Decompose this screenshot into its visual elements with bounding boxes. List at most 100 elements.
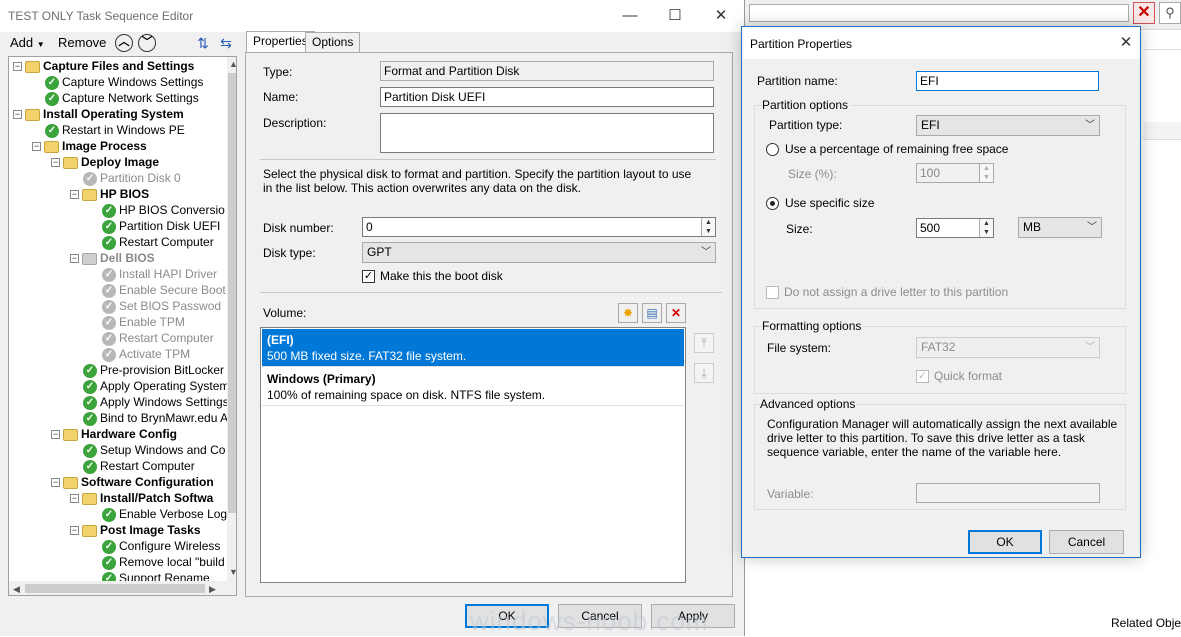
- tree-item[interactable]: − Install Operating System: [13, 106, 184, 122]
- volume-row-efi[interactable]: (EFI) 500 MB fixed size. FAT32 file syst…: [262, 329, 684, 367]
- collapse-icon[interactable]: −: [13, 62, 22, 72]
- tree-item[interactable]: ✓ Setup Windows and Co: [83, 442, 225, 458]
- partition-name-input[interactable]: EFI: [916, 71, 1099, 91]
- collapse-icon[interactable]: −: [51, 478, 60, 488]
- tree-item[interactable]: ✓ Install HAPI Driver: [102, 266, 217, 282]
- name-field[interactable]: Partition Disk UEFI: [380, 87, 714, 107]
- task-sequence-tree[interactable]: − Capture Files and Settings ✓ Capture Wind…: [8, 56, 237, 596]
- tree-horizontal-scrollbar[interactable]: ◀ ▶: [9, 581, 236, 595]
- close-icon[interactable]: ✕: [711, 6, 731, 26]
- tree-hscroll-thumb[interactable]: [25, 584, 205, 593]
- scroll-up-icon[interactable]: ▲: [229, 59, 236, 69]
- tree-item[interactable]: − Dell BIOS: [70, 250, 155, 266]
- disk-type-value: GPT: [367, 245, 392, 259]
- tree-item[interactable]: ✓ Enable TPM: [102, 314, 185, 330]
- move-down-icon[interactable]: ﹀: [138, 34, 156, 52]
- boot-disk-checkbox[interactable]: ✓ Make this the boot disk: [362, 269, 503, 284]
- move-volume-up-icon[interactable]: ⤒: [694, 333, 714, 353]
- tree-item[interactable]: − Install/Patch Softwa: [70, 490, 213, 506]
- tree-item[interactable]: − Image Process: [32, 138, 147, 154]
- collapse-icon[interactable]: −: [32, 142, 41, 152]
- collapse-icon[interactable]: −: [70, 254, 79, 264]
- remove-button[interactable]: Remove: [58, 35, 106, 50]
- volume-properties-icon[interactable]: ▤: [642, 303, 662, 323]
- size-stepper[interactable]: 500 ▲ ▼: [916, 218, 994, 238]
- collapse-tree-icon[interactable]: ⇆: [217, 34, 235, 52]
- collapse-icon[interactable]: −: [70, 190, 79, 200]
- tree-item[interactable]: ✓ Restart Computer: [102, 330, 214, 346]
- tree-item[interactable]: ✓ Configure Wireless: [102, 538, 220, 554]
- new-volume-icon[interactable]: ✸: [618, 303, 638, 323]
- size-unit-value: MB: [1023, 220, 1041, 234]
- radio-icon[interactable]: [766, 197, 779, 211]
- tree-item[interactable]: − Hardware Config: [51, 426, 177, 442]
- tree-item[interactable]: − Capture Files and Settings: [13, 58, 194, 74]
- use-specific-size-radio[interactable]: Use specific size: [766, 196, 874, 211]
- tree-item[interactable]: ✓ Set BIOS Passwod: [102, 298, 221, 314]
- clear-search-icon[interactable]: ✕: [1133, 2, 1155, 24]
- tree-item[interactable]: ✓ Remove local "build: [102, 554, 225, 570]
- use-percentage-radio[interactable]: Use a percentage of remaining free space: [766, 142, 1008, 157]
- scroll-down-icon[interactable]: ▼: [229, 567, 236, 577]
- disk-type-select[interactable]: GPT ﹀: [362, 242, 716, 263]
- collapse-icon[interactable]: −: [70, 494, 79, 504]
- maximize-icon[interactable]: ☐: [665, 6, 685, 26]
- tree-item[interactable]: ✓ Restart Computer: [83, 458, 195, 474]
- tree-scroll-thumb[interactable]: [228, 73, 236, 513]
- delete-volume-icon[interactable]: ✕: [666, 303, 686, 323]
- tree-item[interactable]: ✓ Capture Network Settings: [45, 90, 199, 106]
- tree-item-label: Restart Computer: [100, 459, 195, 473]
- tree-item[interactable]: ✓ HP BIOS Conversio: [102, 202, 225, 218]
- scroll-right-icon[interactable]: ▶: [209, 584, 216, 595]
- background-search-input[interactable]: [749, 4, 1129, 22]
- size-percent-stepper: 100 ▲ ▼: [916, 163, 994, 183]
- spin-arrows-icon[interactable]: ▲ ▼: [701, 218, 715, 236]
- tree-item[interactable]: ✓ Pre-provision BitLocker: [83, 362, 224, 378]
- folder-icon: [82, 492, 97, 505]
- move-up-icon[interactable]: ︿: [115, 34, 133, 52]
- disk-number-stepper[interactable]: 0 ▲ ▼: [362, 217, 716, 237]
- tree-item[interactable]: ✓ Enable Verbose Log: [102, 506, 227, 522]
- checkbox-icon[interactable]: ✓: [362, 270, 375, 284]
- tree-item[interactable]: − Post Image Tasks: [70, 522, 201, 538]
- tree-item[interactable]: ✓ Restart Computer: [102, 234, 214, 250]
- description-field[interactable]: [380, 113, 714, 153]
- check-icon: ✓: [102, 235, 116, 250]
- tree-item[interactable]: ✓ Bind to BrynMawr.edu A: [83, 410, 228, 426]
- collapse-icon[interactable]: −: [51, 430, 60, 440]
- partition-type-select[interactable]: EFI ﹀: [916, 115, 1100, 136]
- tree-item[interactable]: ✓ Partition Disk UEFI: [102, 218, 220, 234]
- dialog-cancel-button[interactable]: Cancel: [1049, 530, 1124, 554]
- collapse-icon[interactable]: −: [51, 158, 60, 168]
- tree-vertical-scrollbar[interactable]: ▲ ▼: [227, 57, 236, 581]
- tree-item[interactable]: − HP BIOS: [70, 186, 149, 202]
- collapse-icon[interactable]: −: [13, 110, 22, 120]
- search-icon[interactable]: ⚲: [1159, 2, 1181, 24]
- add-button[interactable]: Add ▼: [10, 35, 45, 50]
- volume-row-windows[interactable]: Windows (Primary) 100% of remaining spac…: [262, 368, 684, 406]
- tree-item[interactable]: − Deploy Image: [51, 154, 159, 170]
- tree-item[interactable]: ✓ Apply Windows Settings: [83, 394, 229, 410]
- move-volume-down-icon[interactable]: ⤓: [694, 363, 714, 383]
- scroll-left-icon[interactable]: ◀: [13, 584, 20, 595]
- collapse-icon[interactable]: −: [70, 526, 79, 536]
- dialog-ok-button[interactable]: OK: [968, 530, 1042, 554]
- tree-item[interactable]: ✓ Partition Disk 0: [83, 170, 181, 186]
- advanced-options-label: Advanced options: [760, 397, 858, 411]
- dialog-close-icon[interactable]: ✕: [1116, 33, 1136, 53]
- tree-item[interactable]: ✓ Restart in Windows PE: [45, 122, 185, 138]
- radio-icon[interactable]: [766, 143, 779, 157]
- tree-item[interactable]: ✓ Enable Secure Boot: [102, 282, 226, 298]
- spin-arrows-icon[interactable]: ▲ ▼: [979, 219, 993, 237]
- check-icon: ✓: [102, 203, 116, 218]
- expand-tree-icon[interactable]: ⇅: [194, 34, 212, 52]
- tab-options[interactable]: Options: [305, 32, 361, 52]
- size-unit-select[interactable]: MB ﹀: [1018, 217, 1102, 238]
- tree-item[interactable]: ✓ Apply Operating System: [83, 378, 229, 394]
- minimize-icon[interactable]: —: [620, 6, 640, 26]
- tree-item[interactable]: ✓ Activate TPM: [102, 346, 190, 362]
- volume-list[interactable]: (EFI) 500 MB fixed size. FAT32 file syst…: [260, 327, 686, 583]
- check-icon: ✓: [45, 91, 59, 106]
- tree-item[interactable]: − Software Configuration: [51, 474, 214, 490]
- tree-item[interactable]: ✓ Capture Windows Settings: [45, 74, 203, 90]
